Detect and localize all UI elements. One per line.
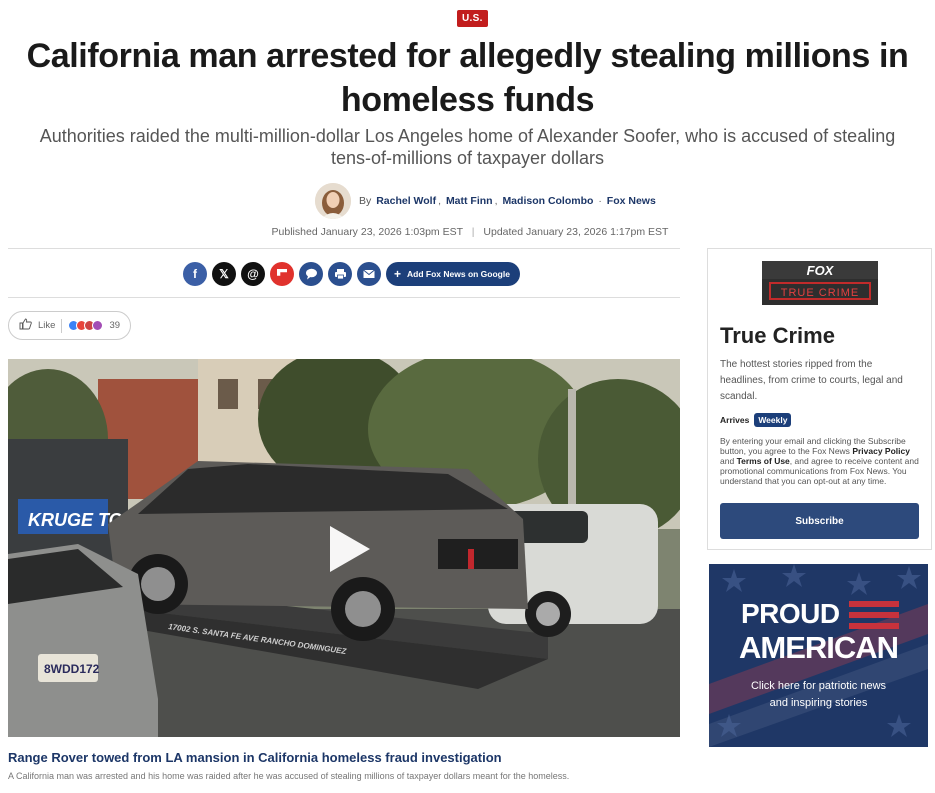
print-icon[interactable] [328, 262, 352, 286]
divider [8, 297, 680, 298]
article-subheadline: Authorities raided the multi-million-dol… [39, 126, 896, 168]
frequency-row: Arrives Weekly [720, 413, 792, 427]
logo-true-crime-text: TRUE CRIME [781, 287, 859, 299]
add-fox-news-google-button[interactable]: + Add Fox News on Google [386, 262, 520, 286]
email-icon[interactable] [357, 262, 381, 286]
article-headline: California man arrested for allegedly st… [26, 37, 909, 119]
legal-text: and [720, 456, 735, 466]
video-caption-description: A California man was arrested and his ho… [8, 771, 570, 781]
frequency-badge: Weekly [754, 413, 792, 427]
date-separator: | [471, 226, 475, 238]
video-caption-title[interactable]: Range Rover towed from LA mansion in Cal… [8, 750, 502, 765]
byline-prefix: By [359, 195, 372, 207]
plus-icon: + [394, 267, 402, 281]
share-bar: f 𝕏 @ + Add Fox News on Google [183, 262, 520, 286]
thumbs-up-icon [19, 318, 32, 333]
publish-info: Published January 23, 2026 1:03pm EST | … [0, 226, 935, 238]
updated-date: Updated January 23, 2026 1:17pm EST [483, 226, 669, 238]
section-badge[interactable]: U.S. [457, 10, 488, 27]
author-link[interactable]: Rachel Wolf [376, 195, 436, 207]
author-link[interactable]: Matt Finn [446, 195, 493, 207]
author-avatar[interactable] [315, 183, 351, 219]
promo-subtitle-line2: and inspiring stories [769, 697, 868, 709]
comments-icon[interactable] [299, 262, 323, 286]
newsletter-signup: FOX TRUE CRIME True Crime The hottest st… [707, 248, 932, 550]
add-google-label: Add Fox News on Google [407, 269, 510, 279]
subscribe-button[interactable]: Subscribe [720, 503, 919, 539]
license-plate: 8WDD172 [44, 662, 100, 676]
logo-fox-text: FOX [807, 263, 835, 278]
threads-icon[interactable]: @ [241, 262, 265, 286]
author-link[interactable]: Madison Colombo [502, 195, 593, 207]
x-icon[interactable]: 𝕏 [212, 262, 236, 286]
published-date: Published January 23, 2026 1:03pm EST [271, 226, 463, 238]
promo-title-line1: PROUD [741, 598, 840, 629]
proud-american-promo[interactable]: PROUD AMERICAN Click here for patriotic … [709, 564, 928, 747]
terms-of-use-link[interactable]: Terms of Use [737, 456, 790, 466]
facebook-icon[interactable]: f [183, 262, 207, 286]
newsletter-title: True Crime [720, 323, 835, 348]
outlet-link[interactable]: Fox News [607, 195, 656, 207]
reaction-bar[interactable]: Like 39 [8, 311, 131, 340]
arrives-label: Arrives [720, 415, 750, 425]
privacy-policy-link[interactable]: Privacy Policy [852, 446, 910, 456]
legal-disclaimer: By entering your email and clicking the … [720, 436, 922, 486]
sad-reaction-icon [92, 320, 104, 331]
reaction-count: 39 [109, 320, 121, 331]
divider [61, 318, 63, 333]
byline: By Rachel Wolf, Matt Finn, Madison Colom… [315, 183, 656, 219]
divider [8, 248, 680, 249]
promo-title-line2: AMERICAN [739, 630, 899, 665]
flipboard-icon[interactable] [270, 262, 294, 286]
like-label[interactable]: Like [38, 320, 55, 331]
reaction-icons [68, 320, 104, 331]
play-icon[interactable] [330, 526, 370, 572]
true-crime-logo: FOX TRUE CRIME [762, 261, 878, 305]
promo-subtitle-line1: Click here for patriotic news [750, 680, 887, 692]
newsletter-description: The hottest stories ripped from the head… [720, 359, 903, 402]
promo-subtitle: Click here for patriotic news and inspir… [709, 678, 928, 712]
